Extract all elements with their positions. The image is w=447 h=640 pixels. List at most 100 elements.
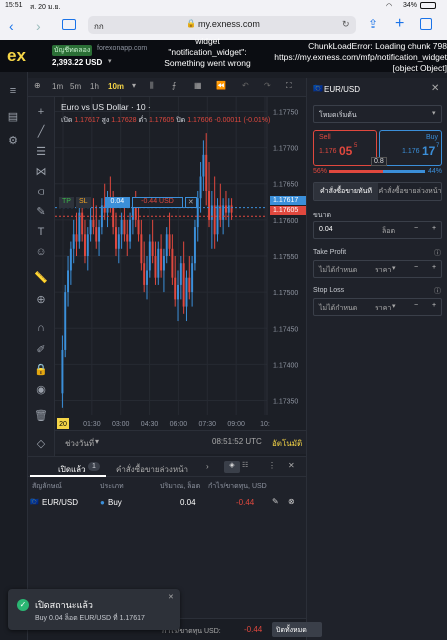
volume-field[interactable]: 0.04 ล็อต − + xyxy=(313,221,442,239)
tab-pending[interactable]: คำสั่งซื้อขายล่วงหน้า xyxy=(378,183,442,200)
candle-body xyxy=(95,227,98,242)
tp-plus-button[interactable]: + xyxy=(432,264,436,271)
close-all-button[interactable]: ปิดทั้งหมด xyxy=(272,622,322,637)
tab-pending-orders[interactable]: คำสั่งซื้อขายล่วงหน้า xyxy=(116,463,188,476)
info-icon[interactable]: ⓘ xyxy=(434,286,441,296)
more-icon[interactable]: ⋮ xyxy=(268,461,276,470)
tf-5m[interactable]: 5m xyxy=(70,82,81,91)
lock-draw-icon[interactable]: ✐ xyxy=(34,343,48,357)
sl-plus-button[interactable]: + xyxy=(432,302,436,309)
price-chart[interactable]: 1.17750 1.17700 1.17650 1.17600 1.17550 1.175… xyxy=(55,97,306,430)
server-name: forexonapp.com xyxy=(97,45,148,52)
candle-body xyxy=(143,263,146,285)
chevron-down-icon[interactable]: ▾ xyxy=(108,57,112,65)
exness-logo[interactable]: ex xyxy=(7,46,26,66)
chevron-down-icon[interactable]: ▾ xyxy=(95,437,99,446)
position-volume[interactable]: 0.04 xyxy=(104,197,131,208)
brush-icon[interactable]: ✎ xyxy=(34,205,48,219)
text-icon[interactable]: T xyxy=(34,225,48,239)
close-icon[interactable]: ✕ xyxy=(431,83,439,94)
close-position-icon[interactable]: ⊗ xyxy=(288,497,295,506)
new-tab-icon[interactable]: + xyxy=(395,15,404,33)
ask-price-badge: 1.17617 xyxy=(270,196,306,205)
candle-body xyxy=(75,234,78,242)
fib-icon[interactable]: ☰ xyxy=(34,145,48,159)
chevron-right-icon[interactable]: › xyxy=(206,462,209,471)
url-field[interactable]: กก 🔒 my.exness.com ↻ xyxy=(88,16,356,34)
account-balance[interactable]: 2,393.22 USD xyxy=(52,58,102,67)
y-tick-label: 1.17750 xyxy=(273,109,298,116)
group-view-icon[interactable]: ◈ xyxy=(224,461,240,473)
sl-button[interactable]: SL xyxy=(75,197,91,208)
battery-level: 34% xyxy=(403,2,418,9)
date-range-label[interactable]: ช่วงวันที่ xyxy=(65,437,94,450)
add-icon[interactable]: ⊕ xyxy=(34,81,41,90)
candle-body xyxy=(123,219,126,235)
collapse-icon[interactable]: ◇ xyxy=(34,437,48,451)
list-view-icon[interactable]: ☷ xyxy=(242,461,248,469)
tf-1m[interactable]: 1m xyxy=(52,82,63,91)
x-tick-label: 10: xyxy=(260,421,270,428)
edit-icon[interactable]: ✎ xyxy=(272,497,279,506)
reload-icon[interactable]: ↻ xyxy=(342,19,350,30)
tp-button[interactable]: TP xyxy=(59,197,74,208)
buy-button[interactable]: Buy 1.176 17 7 xyxy=(379,130,442,166)
tf-10m[interactable]: 10m xyxy=(108,82,124,91)
sell-button[interactable]: Sell 1.176 05 5 xyxy=(313,130,377,166)
sl-minus-button[interactable]: − xyxy=(414,302,418,309)
zoom-icon[interactable]: ⊕ xyxy=(34,293,48,307)
back-icon[interactable]: ‹ xyxy=(9,18,14,34)
ruler-icon[interactable]: 📏 xyxy=(34,271,48,285)
spread-value: 0.8 xyxy=(371,157,387,166)
stop-loss-field[interactable]: ไม่ได้กำหนด ราคา ▾ − + xyxy=(313,298,442,316)
open-label: เปิด xyxy=(61,117,73,124)
lock-icon[interactable]: 🔒 xyxy=(34,363,48,377)
take-profit-field[interactable]: ไม่ได้กำหนด ราคา ▾ − + xyxy=(313,260,442,278)
volume-minus-button[interactable]: − xyxy=(414,225,418,232)
mode-select[interactable]: โหมดเริ่มต้น ▾ xyxy=(313,105,442,123)
close-all-label: ปิดทั้งหมด xyxy=(276,627,307,634)
tf-1h[interactable]: 1h xyxy=(90,82,99,91)
crosshair-icon[interactable]: + xyxy=(34,105,48,119)
trash-icon[interactable]: 🗑 xyxy=(34,409,48,423)
bookmarks-icon[interactable] xyxy=(62,19,76,30)
tp-minus-button[interactable]: − xyxy=(414,264,418,271)
table-row[interactable]: 🇪🇺 EUR/USD ● Buy 0.04 -0.44 ✎ ⊗ xyxy=(28,495,306,511)
auto-scale[interactable]: อัตโนมัติ xyxy=(272,437,302,450)
share-icon[interactable]: ⇪ xyxy=(368,17,378,31)
fullscreen-icon[interactable]: ⛶ xyxy=(286,81,292,91)
settings-icon[interactable]: ⚙ xyxy=(6,134,20,148)
low-value: 1.17605 xyxy=(148,117,175,124)
close-position-icon[interactable]: ✕ xyxy=(184,197,197,208)
candle-body xyxy=(179,263,182,285)
indicators-icon[interactable]: ⨍ xyxy=(172,81,176,90)
close-icon[interactable]: ✕ xyxy=(168,593,174,601)
tab-market[interactable]: คำสั่งซื้อขายทันที xyxy=(314,183,378,200)
tab-label: กก xyxy=(94,22,104,31)
close-panel-icon[interactable]: ✕ xyxy=(288,461,295,470)
y-tick-label: 1.17450 xyxy=(273,326,298,333)
candles-icon[interactable]: ⫼ xyxy=(150,81,154,91)
volume-plus-button[interactable]: + xyxy=(432,225,436,232)
redo-icon[interactable]: ↷ xyxy=(264,81,271,90)
layout-icon[interactable]: ▦ xyxy=(194,81,202,90)
undo-icon[interactable]: ↶ xyxy=(242,81,249,90)
emoji-icon[interactable]: ☺ xyxy=(34,245,48,259)
order-symbol: EUR/USD xyxy=(324,85,361,94)
chart-footer: ช่วงวันที่ ▾ 08:51:52 UTC อัตโนมัติ xyxy=(55,430,306,454)
chevron-down-icon: ▾ xyxy=(392,265,396,272)
y-tick-label: 1.17350 xyxy=(273,399,298,406)
chevron-down-icon[interactable]: ▾ xyxy=(132,81,136,90)
magnet-icon[interactable]: ∩ xyxy=(34,321,48,335)
briefcase-icon[interactable]: ▤ xyxy=(6,110,20,124)
trendline-icon[interactable]: ╱ xyxy=(34,125,48,139)
position-line[interactable]: TP SL 0.04 -0.44 USD ✕ xyxy=(59,197,197,208)
tabs-icon[interactable] xyxy=(420,18,432,30)
eye-icon[interactable]: ◉ xyxy=(34,383,48,397)
menu-icon[interactable]: ≡ xyxy=(6,84,20,98)
pattern-icon[interactable]: ⋈ xyxy=(34,165,48,179)
forward-icon[interactable]: › xyxy=(36,18,41,34)
rewind-icon[interactable]: ⏪ xyxy=(216,81,226,90)
info-icon[interactable]: ⓘ xyxy=(434,248,441,258)
projection-icon[interactable]: ⫏ xyxy=(34,185,48,199)
